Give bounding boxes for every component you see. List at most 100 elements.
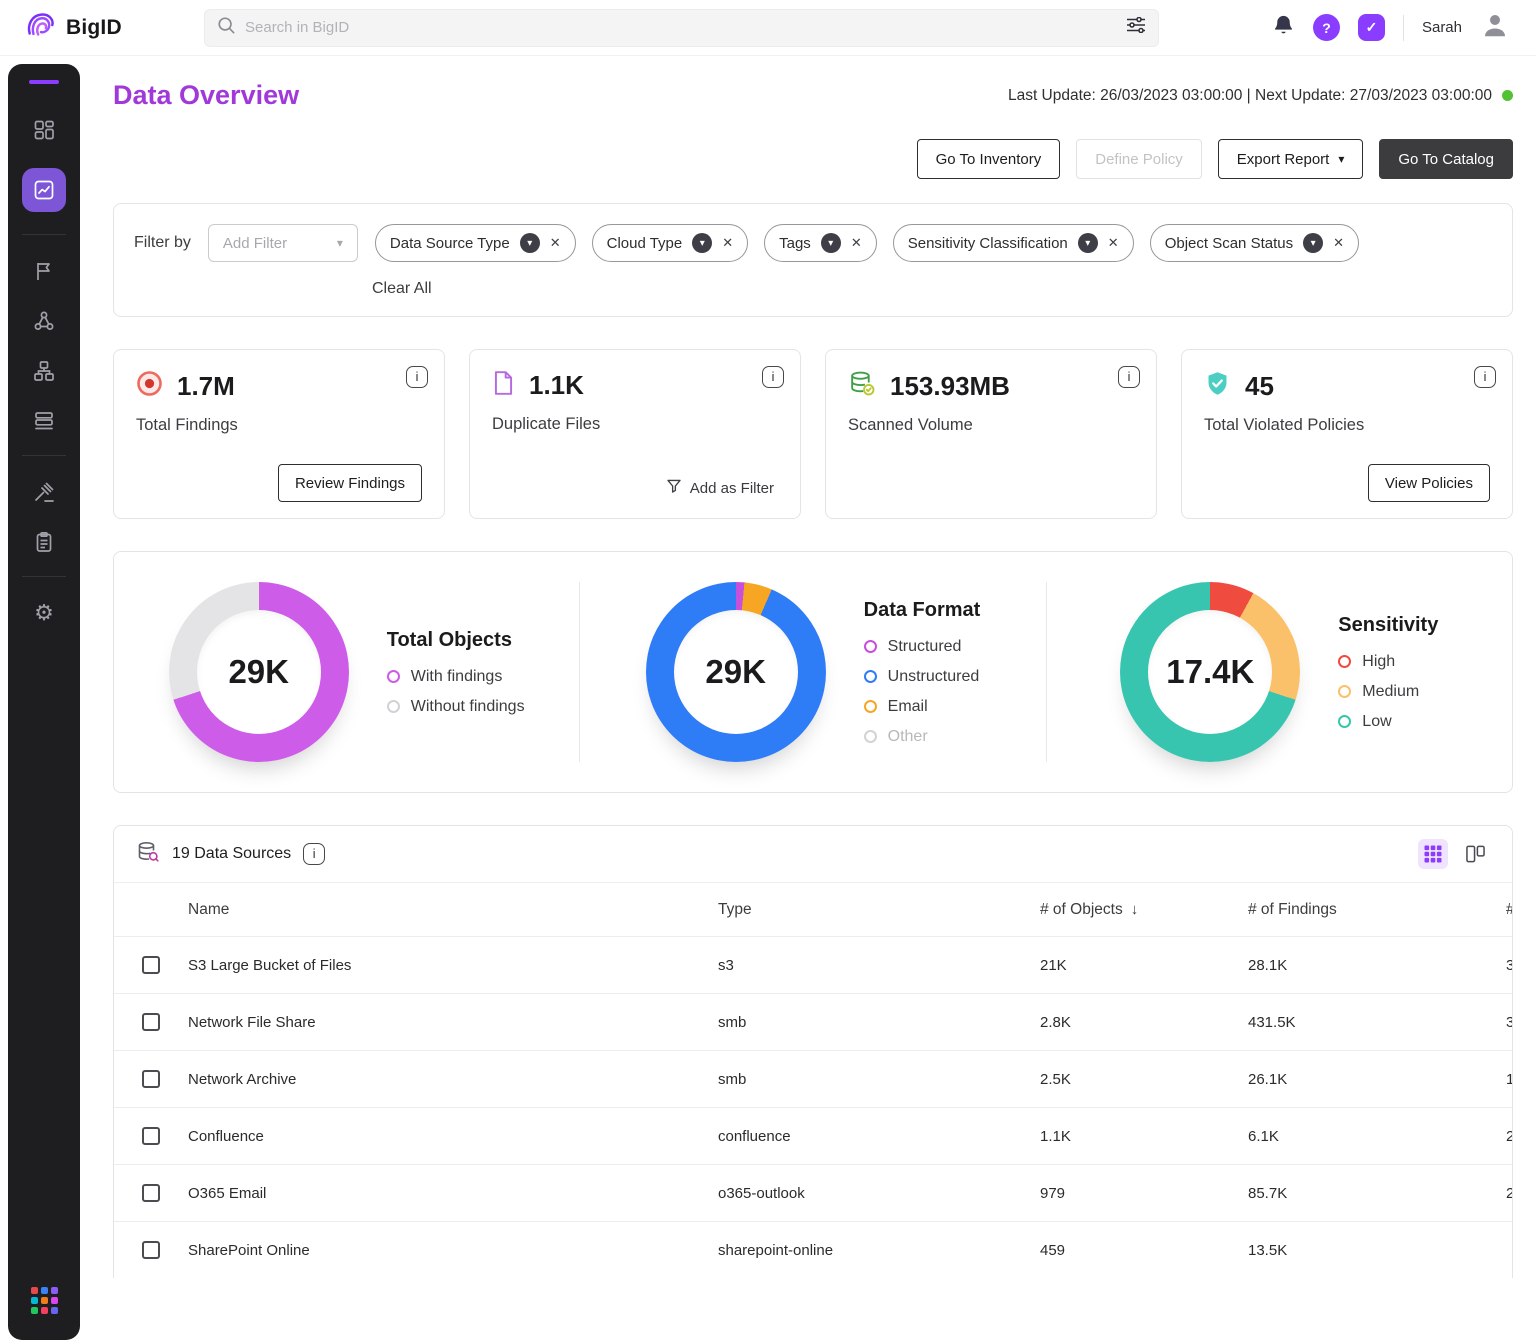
sidebar-item-data-sources[interactable] — [32, 409, 56, 433]
row-checkbox[interactable] — [142, 1127, 160, 1145]
remove-filter-icon[interactable]: ✕ — [1333, 235, 1344, 251]
info-icon[interactable]: i — [303, 843, 325, 865]
column-header-findings[interactable]: # of Findings — [1248, 901, 1486, 919]
legend-item[interactable]: Without findings — [387, 698, 525, 716]
topbar: BigID ? ✓ Sarah — [0, 0, 1536, 56]
column-header-name[interactable]: Name — [188, 901, 718, 919]
sidebar-item-data-overview-active[interactable] — [22, 168, 66, 212]
legend-item[interactable]: Unstructured — [864, 668, 981, 686]
filter-chip-label: Object Scan Status — [1165, 235, 1293, 252]
legend-item[interactable]: Low — [1338, 713, 1438, 731]
filter-chip[interactable]: Cloud Type ▾ ✕ — [592, 224, 749, 262]
brand-logo[interactable]: BigID — [24, 8, 204, 47]
legend-item[interactable]: With findings — [387, 668, 525, 686]
sort-descending-icon[interactable]: ↓ — [1131, 901, 1139, 918]
legend-item[interactable]: Medium — [1338, 683, 1438, 701]
chevron-down-icon[interactable]: ▾ — [1303, 233, 1323, 253]
row-checkbox[interactable] — [142, 1013, 160, 1031]
tasks-check-icon[interactable]: ✓ — [1358, 14, 1385, 41]
view-policies-button[interactable]: View Policies — [1368, 464, 1490, 502]
user-name: Sarah — [1422, 19, 1462, 36]
table-row[interactable]: Network Archivesmb2.5K26.1K1 — [114, 1050, 1512, 1107]
table-row[interactable]: Confluenceconfluence1.1K6.1K2 — [114, 1107, 1512, 1164]
sidebar-item-identity-graph[interactable] — [32, 309, 56, 333]
search-input[interactable] — [245, 19, 1116, 36]
sidebar-item-flag[interactable] — [32, 259, 56, 283]
row-checkbox[interactable] — [142, 1070, 160, 1088]
review-findings-button[interactable]: Review Findings — [278, 464, 422, 502]
cell-objects: 2.8K — [1040, 1014, 1248, 1031]
column-header-objects[interactable]: # of Objects↓ — [1040, 901, 1248, 919]
cell-findings: 85.7K — [1248, 1185, 1486, 1202]
update-timestamps: Last Update: 26/03/2023 03:00:00 | Next … — [1008, 87, 1492, 105]
data-format-count: 29K — [705, 653, 766, 691]
legend-item[interactable]: High — [1338, 653, 1438, 671]
card-view-toggle[interactable] — [1460, 839, 1490, 869]
cell-type: smb — [718, 1014, 1040, 1031]
add-filter-dropdown[interactable]: Add Filter ▾ — [208, 224, 358, 262]
row-checkbox[interactable] — [142, 1184, 160, 1202]
remove-filter-icon[interactable]: ✕ — [550, 235, 561, 251]
info-icon[interactable]: i — [762, 366, 784, 388]
info-icon[interactable]: i — [406, 366, 428, 388]
table-view-toggle[interactable] — [1418, 839, 1448, 869]
cell-extra: 2 — [1486, 1128, 1513, 1145]
cell-name: SharePoint Online — [188, 1242, 718, 1259]
export-report-button[interactable]: Export Report ▾ — [1218, 139, 1364, 179]
column-header-extra[interactable]: # — [1486, 901, 1513, 919]
help-icon[interactable]: ? — [1313, 14, 1340, 41]
table-row[interactable]: S3 Large Bucket of Filess321K28.1K3 — [114, 936, 1512, 993]
chevron-down-icon[interactable]: ▾ — [1078, 233, 1098, 253]
global-search[interactable] — [204, 9, 1159, 47]
legend-item[interactable]: Structured — [864, 638, 981, 656]
table-row[interactable]: SharePoint Onlinesharepoint-online45913.… — [114, 1221, 1512, 1278]
duplicate-files-label: Duplicate Files — [492, 415, 778, 434]
filter-chip[interactable]: Object Scan Status ▾ ✕ — [1150, 224, 1359, 262]
user-avatar[interactable] — [1480, 10, 1510, 45]
remove-filter-icon[interactable]: ✕ — [1108, 235, 1119, 251]
table-row[interactable]: Network File Sharesmb2.8K431.5K3 — [114, 993, 1512, 1050]
add-as-filter-action[interactable]: Add as Filter — [666, 478, 774, 498]
filter-chip-label: Cloud Type — [607, 235, 683, 252]
legend-item[interactable]: Other — [864, 728, 981, 746]
define-policy-button[interactable]: Define Policy — [1076, 139, 1202, 179]
remove-filter-icon[interactable]: ✕ — [851, 235, 862, 251]
column-header-type[interactable]: Type — [718, 901, 1040, 919]
cell-findings: 431.5K — [1248, 1014, 1486, 1031]
apps-launcher-icon[interactable] — [31, 1287, 58, 1314]
total-objects-donut-chart: 29K — [169, 582, 349, 762]
legend-swatch-icon — [864, 640, 877, 653]
sidebar-item-settings-gear[interactable]: ⚙ — [32, 601, 56, 625]
clear-all-filters-link[interactable]: Clear All — [372, 280, 1492, 298]
filter-chip[interactable]: Tags▾✕ — [764, 224, 877, 262]
row-checkbox[interactable] — [142, 1241, 160, 1259]
sidebar-item-reports-clipboard[interactable] — [32, 530, 56, 554]
cell-extra: 3 — [1486, 957, 1513, 974]
total-objects-chart-section: 29K Total Objects With findingsWithout f… — [114, 582, 579, 762]
chevron-down-icon[interactable]: ▾ — [692, 233, 712, 253]
remove-filter-icon[interactable]: ✕ — [722, 235, 733, 251]
sidebar-item-action-center-gavel[interactable] — [32, 480, 56, 504]
sidebar-item-cluster-hierarchy[interactable] — [32, 359, 56, 383]
legend-item[interactable]: Email — [864, 698, 981, 716]
go-to-inventory-button[interactable]: Go To Inventory — [917, 139, 1061, 179]
legend-swatch-icon — [1338, 685, 1351, 698]
filter-chip[interactable]: Sensitivity Classification▾✕ — [893, 224, 1134, 262]
info-icon[interactable]: i — [1474, 366, 1496, 388]
notifications-bell-icon[interactable] — [1272, 14, 1295, 42]
row-checkbox[interactable] — [142, 956, 160, 974]
search-filters-icon[interactable] — [1126, 17, 1146, 38]
table-row[interactable]: O365 Emailo365-outlook97985.7K2 — [114, 1164, 1512, 1221]
cell-type: sharepoint-online — [718, 1242, 1040, 1259]
sidebar-item-dashboard[interactable] — [32, 118, 56, 142]
cell-findings: 28.1K — [1248, 957, 1486, 974]
filter-chips: Data Source Type▾✕Cloud Type▾✕Tags▾✕Sens… — [375, 224, 1359, 262]
chevron-down-icon[interactable]: ▾ — [821, 233, 841, 253]
info-icon[interactable]: i — [1118, 366, 1140, 388]
go-to-catalog-button[interactable]: Go To Catalog — [1379, 139, 1513, 179]
chart-legend: Structured Unstructured Email Other — [864, 638, 981, 746]
chevron-down-icon[interactable]: ▾ — [520, 233, 540, 253]
data-sources-panel: 19 Data Sources i Name Type # of Objects… — [113, 825, 1513, 1278]
legend-label: High — [1362, 653, 1395, 671]
filter-chip[interactable]: Data Source Type▾✕ — [375, 224, 576, 262]
